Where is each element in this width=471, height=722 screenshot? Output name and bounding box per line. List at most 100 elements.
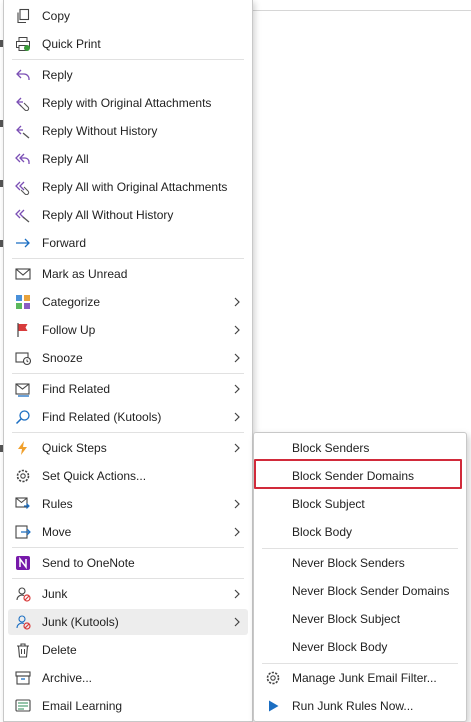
menu-item-label: Reply All (42, 152, 89, 166)
menu-item-label: Move (42, 525, 72, 539)
menu-item-label: Junk (42, 587, 68, 601)
menu-item-reply-all-without-history[interactable]: Reply All Without History (8, 202, 248, 228)
menu-item-copy[interactable]: Copy (8, 3, 248, 29)
submenu-item-label: Run Junk Rules Now... (292, 699, 414, 713)
chevron-right-icon (234, 412, 240, 422)
menu-item-quick-steps[interactable]: Quick Steps (8, 435, 248, 461)
onenote-icon (16, 556, 30, 570)
submenu-item-label: Block Senders (292, 441, 370, 455)
submenu-item-label: Never Block Body (292, 640, 388, 654)
menu-item-set-quick-actions[interactable]: Set Quick Actions... (8, 463, 248, 489)
menu-separator (12, 432, 244, 433)
menu-item-label: Copy (42, 9, 71, 23)
submenu-item-never-block-sender-domains[interactable]: Never Block Sender Domains (258, 578, 462, 604)
chevron-right-icon (234, 589, 240, 599)
menu-item-label: Follow Up (42, 323, 96, 337)
menu-item-reply-without-history[interactable]: Reply Without History (8, 118, 248, 144)
menu-item-rules[interactable]: Rules (8, 491, 248, 517)
lightning-icon (18, 441, 27, 455)
junk-icon (16, 587, 31, 602)
menu-item-label: Reply (42, 68, 73, 82)
chevron-right-icon (234, 384, 240, 394)
submenu-item-manage-junk-filter[interactable]: Manage Junk Email Filter... (258, 665, 462, 691)
email-learning-icon (15, 699, 31, 712)
menu-item-move[interactable]: Move (8, 519, 248, 545)
junk-kutools-submenu: Block Senders Block Sender Domains Block… (253, 432, 467, 722)
background-divider (252, 10, 471, 11)
submenu-item-block-senders[interactable]: Block Senders (258, 435, 462, 461)
forward-icon (16, 238, 30, 248)
menu-item-follow-up[interactable]: Follow Up (8, 317, 248, 343)
submenu-item-label: Manage Junk Email Filter... (292, 671, 437, 685)
search-icon (15, 410, 30, 425)
menu-item-reply[interactable]: Reply (8, 62, 248, 88)
reply-all-attachments-icon (15, 181, 30, 195)
menu-item-categorize[interactable]: Categorize (8, 289, 248, 315)
play-icon (269, 700, 279, 712)
menu-item-delete[interactable]: Delete (8, 637, 248, 663)
menu-item-label: Find Related (Kutools) (42, 410, 162, 424)
menu-item-archive[interactable]: Archive... (8, 665, 248, 691)
context-menu: Copy Quick Print Reply Reply with Origin… (3, 0, 253, 722)
menu-item-quick-print[interactable]: Quick Print (8, 31, 248, 57)
menu-item-label: Set Quick Actions... (42, 469, 147, 483)
menu-item-label: Reply with Original Attachments (42, 96, 212, 110)
menu-item-find-related[interactable]: Find Related (8, 376, 248, 402)
submenu-separator (262, 663, 458, 664)
submenu-item-block-body[interactable]: Block Body (258, 519, 462, 545)
menu-separator (12, 547, 244, 548)
menu-item-forward[interactable]: Forward (8, 230, 248, 256)
chevron-right-icon (234, 353, 240, 363)
submenu-item-never-block-subject[interactable]: Never Block Subject (258, 606, 462, 632)
menu-item-label: Forward (42, 236, 87, 250)
submenu-item-label: Never Block Subject (292, 612, 401, 626)
reply-all-no-history-icon (15, 209, 30, 223)
menu-item-label: Send to OneNote (42, 556, 135, 570)
chevron-right-icon (234, 443, 240, 453)
move-icon (15, 525, 31, 539)
submenu-item-block-subject[interactable]: Block Subject (258, 491, 462, 517)
chevron-right-icon (234, 499, 240, 509)
menu-separator (12, 59, 244, 60)
menu-item-send-to-onenote[interactable]: Send to OneNote (8, 550, 248, 576)
menu-item-email-learning[interactable]: Email Learning (8, 693, 248, 719)
highlight-box (254, 459, 462, 489)
menu-item-find-related-kutools[interactable]: Find Related (Kutools) (8, 404, 248, 430)
chevron-right-icon (234, 297, 240, 307)
reply-all-icon (15, 153, 30, 164)
submenu-item-never-block-body[interactable]: Never Block Body (258, 634, 462, 660)
rules-icon (15, 497, 30, 509)
menu-item-junk-kutools[interactable]: Junk (Kutools) (8, 609, 248, 635)
submenu-item-never-block-senders[interactable]: Never Block Senders (258, 550, 462, 576)
submenu-separator (262, 548, 458, 549)
menu-item-label: Categorize (42, 295, 101, 309)
quick-print-icon (16, 37, 30, 51)
menu-item-junk[interactable]: Junk (8, 581, 248, 607)
envelope-icon (15, 268, 31, 280)
menu-item-label: Quick Print (42, 37, 101, 51)
reply-attachments-icon (16, 97, 30, 111)
menu-item-label: Snooze (42, 351, 83, 365)
menu-item-label: Email Learning (42, 699, 123, 713)
submenu-item-label: Block Body (292, 525, 353, 539)
chevron-right-icon (234, 325, 240, 335)
submenu-item-label: Never Block Senders (292, 556, 405, 570)
trash-icon (17, 643, 29, 658)
menu-item-reply-all[interactable]: Reply All (8, 146, 248, 172)
junk-kutools-icon (16, 615, 31, 630)
archive-icon (15, 671, 31, 685)
menu-item-mark-as-unread[interactable]: Mark as Unread (8, 261, 248, 287)
submenu-item-label: Never Block Sender Domains (292, 584, 450, 598)
menu-item-snooze[interactable]: Snooze (8, 345, 248, 371)
submenu-item-run-junk-rules[interactable]: Run Junk Rules Now... (258, 693, 462, 719)
menu-item-reply-all-with-attachments[interactable]: Reply All with Original Attachments (8, 174, 248, 200)
copy-icon (17, 8, 30, 24)
menu-item-label: Reply Without History (42, 124, 158, 138)
menu-item-label: Reply All Without History (42, 208, 174, 222)
snooze-icon (15, 352, 31, 366)
menu-item-label: Junk (Kutools) (42, 615, 119, 629)
menu-item-reply-with-attachments[interactable]: Reply with Original Attachments (8, 90, 248, 116)
reply-no-history-icon (16, 125, 30, 139)
menu-separator (12, 578, 244, 579)
menu-item-label: Rules (42, 497, 73, 511)
